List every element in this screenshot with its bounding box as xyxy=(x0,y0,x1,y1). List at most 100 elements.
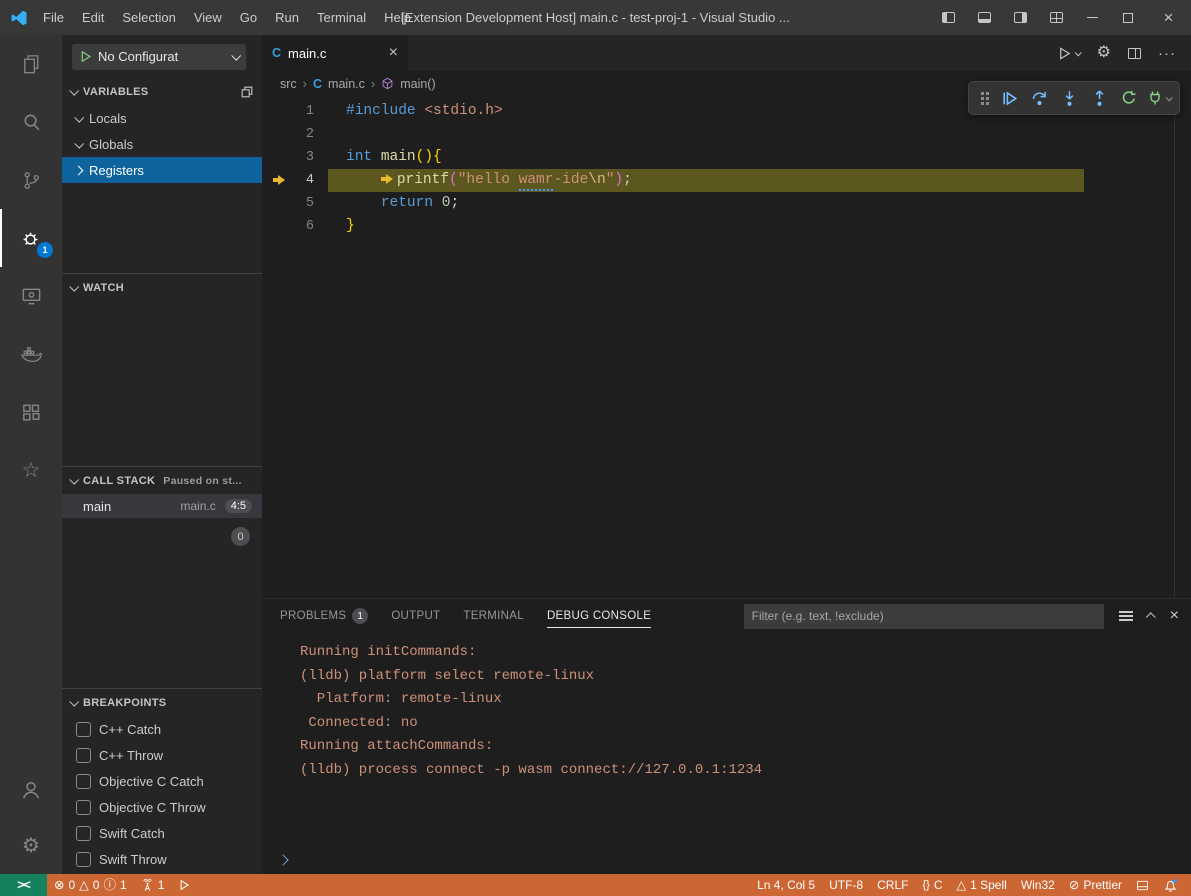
breakpoint-objective-c-catch[interactable]: Objective C Catch xyxy=(62,768,262,794)
breakpoint-objective-c-throw[interactable]: Objective C Throw xyxy=(62,794,262,820)
gutter[interactable]: 2 xyxy=(262,123,328,146)
filter-lines-icon[interactable] xyxy=(1119,615,1133,617)
variables-header[interactable]: VARIABLES xyxy=(62,78,262,105)
status-problems[interactable]: ⊗0△0ⓘ1 xyxy=(47,874,134,896)
breakpoints-header[interactable]: BREAKPOINTS xyxy=(62,689,262,716)
breadcrumb-item-src[interactable]: src xyxy=(280,77,297,91)
checkbox[interactable] xyxy=(76,800,91,815)
panel-tab-output[interactable]: OUTPUT xyxy=(391,599,440,633)
continue-button[interactable] xyxy=(994,84,1024,112)
menu-run[interactable]: Run xyxy=(266,0,308,35)
status-eol[interactable]: CRLF xyxy=(870,874,915,896)
maximize-panel-icon[interactable] xyxy=(1148,613,1155,620)
breakpoint-swift-catch[interactable]: Swift Catch xyxy=(62,820,262,846)
step-out-button[interactable] xyxy=(1084,84,1114,112)
status-encoding[interactable]: UTF-8 xyxy=(822,874,870,896)
breadcrumb-item-main[interactable]: main() xyxy=(400,77,435,91)
debug-console-input[interactable] xyxy=(262,846,1191,874)
panel-tab-debug-console[interactable]: DEBUG CONSOLE xyxy=(547,599,651,633)
status-debug-session[interactable] xyxy=(171,874,197,896)
more-actions-icon[interactable]: ··· xyxy=(1158,46,1176,61)
status-layout[interactable] xyxy=(1129,874,1156,896)
status-language-mode[interactable]: {}C xyxy=(915,874,949,896)
checkbox[interactable] xyxy=(76,774,91,789)
breakpoint-c-throw[interactable]: C++ Throw xyxy=(62,742,262,768)
gutter[interactable]: 6 xyxy=(262,215,328,238)
step-over-button[interactable] xyxy=(1024,84,1054,112)
panel-tab-terminal[interactable]: TERMINAL xyxy=(463,599,524,633)
menu-file[interactable]: File xyxy=(34,0,73,35)
activity-docker[interactable] xyxy=(0,325,62,383)
panel-tabs: PROBLEMS1 OUTPUT TERMINAL DEBUG CONSOLE xyxy=(280,599,674,633)
collapse-all-icon[interactable] xyxy=(240,85,254,99)
checkbox[interactable] xyxy=(76,722,91,737)
status-notifications[interactable] xyxy=(1156,874,1185,896)
step-into-button[interactable] xyxy=(1054,84,1084,112)
run-file-icon[interactable] xyxy=(1057,46,1080,61)
minimize-icon[interactable] xyxy=(1074,0,1110,35)
status-cursor-position[interactable]: Ln 4, Col 5 xyxy=(750,874,822,896)
menu-terminal[interactable]: Terminal xyxy=(308,0,375,35)
status-spell-checker[interactable]: △1 Spell xyxy=(949,874,1013,896)
breakpoint-c-catch[interactable]: C++ Catch xyxy=(62,716,262,742)
tab-main-c[interactable]: C main.c × xyxy=(262,35,408,71)
activity-accounts[interactable] xyxy=(0,762,62,818)
call-stack-header[interactable]: CALL STACK Paused on st... xyxy=(62,467,262,494)
code-line-6[interactable]: 6} xyxy=(262,215,1191,238)
code-line-5[interactable]: 5 return 0; xyxy=(262,192,1191,215)
console-filter-input[interactable] xyxy=(744,604,1104,629)
settings-gear-icon[interactable]: ⚙ xyxy=(1097,45,1111,61)
activity-extensions[interactable] xyxy=(0,383,62,441)
activity-source-control[interactable] xyxy=(0,151,62,209)
checkbox[interactable] xyxy=(76,852,91,867)
tab-close-icon[interactable]: × xyxy=(389,45,398,61)
status-platform[interactable]: Win32 xyxy=(1014,874,1062,896)
toggle-panel-icon[interactable] xyxy=(966,0,1002,35)
activity-explorer[interactable] xyxy=(0,35,62,93)
toggle-sidebar-icon[interactable] xyxy=(930,0,966,35)
watch-header[interactable]: WATCH xyxy=(62,274,262,301)
activity-search[interactable] xyxy=(0,93,62,151)
gutter[interactable]: 1 xyxy=(262,100,328,123)
debug-console-output[interactable]: Running initCommands:(lldb) platform sel… xyxy=(262,633,1191,846)
menu-go[interactable]: Go xyxy=(231,0,266,35)
menu-view[interactable]: View xyxy=(185,0,231,35)
gutter[interactable]: 3 xyxy=(262,146,328,169)
code-line-3[interactable]: 3int main(){ xyxy=(262,146,1191,169)
stack-frame-row[interactable]: main main.c 4:5 xyxy=(62,494,262,518)
code-editor[interactable]: 1#include <stdio.h>23int main(){4 printf… xyxy=(262,96,1191,598)
toggle-secondary-sidebar-icon[interactable] xyxy=(1002,0,1038,35)
maximize-icon[interactable] xyxy=(1110,0,1146,35)
gutter[interactable]: 4 xyxy=(262,169,328,192)
checkbox[interactable] xyxy=(76,748,91,763)
activity-remote-explorer[interactable] xyxy=(0,267,62,325)
restart-button[interactable] xyxy=(1114,84,1144,112)
panel-tab-problems[interactable]: PROBLEMS1 xyxy=(280,599,368,633)
close-window-icon[interactable]: × xyxy=(1146,0,1191,35)
breadcrumb-item-main-c[interactable]: main.c xyxy=(328,77,365,91)
menu-help[interactable]: Help xyxy=(375,0,420,35)
menu-edit[interactable]: Edit xyxy=(73,0,113,35)
close-panel-icon[interactable]: × xyxy=(1170,608,1179,624)
customize-layout-icon[interactable] xyxy=(1038,0,1074,35)
breakpoint-swift-throw[interactable]: Swift Throw xyxy=(62,846,262,872)
variables-item-locals[interactable]: Locals xyxy=(62,105,262,131)
status-prettier[interactable]: ⊘Prettier xyxy=(1062,874,1129,896)
disconnect-button[interactable] xyxy=(1144,84,1174,112)
debug-config-dropdown[interactable]: No Configurat xyxy=(72,44,246,70)
drag-handle-button[interactable] xyxy=(974,84,994,112)
variables-item-globals[interactable]: Globals xyxy=(62,131,262,157)
menu-selection[interactable]: Selection xyxy=(113,0,184,35)
status-ports-forwarded[interactable]: 1 xyxy=(134,874,172,896)
split-editor-icon[interactable] xyxy=(1128,48,1141,59)
activity-run-and-debug[interactable]: 1 xyxy=(0,209,62,267)
remote-indicator[interactable]: >< xyxy=(0,874,47,896)
code-line-4[interactable]: 4 printf("hello wamr-ide\n"); xyxy=(262,169,1191,192)
variables-item-registers[interactable]: Registers xyxy=(62,157,262,183)
activity-favorites[interactable]: ☆ xyxy=(0,441,62,499)
activity-settings[interactable]: ⚙ xyxy=(0,818,62,874)
editor-scrollbar[interactable] xyxy=(1174,96,1175,597)
checkbox[interactable] xyxy=(76,826,91,841)
gutter[interactable]: 5 xyxy=(262,192,328,215)
code-line-2[interactable]: 2 xyxy=(262,123,1191,146)
